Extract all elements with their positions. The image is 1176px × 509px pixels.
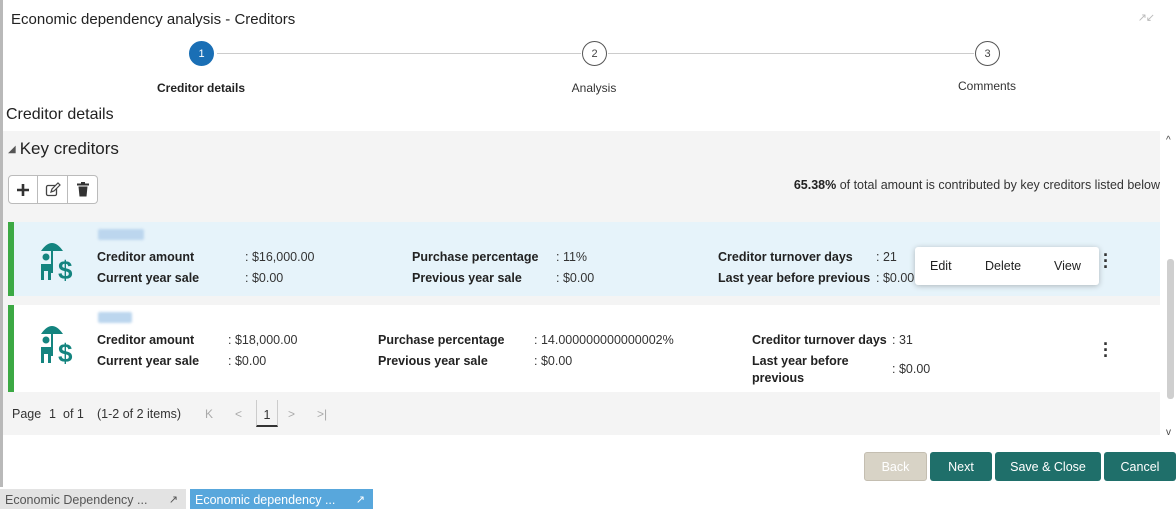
last-year-before-previous-value: : $0.00 bbox=[892, 362, 931, 376]
creditor-umbrella-icon: $ bbox=[41, 326, 73, 367]
creditor-name-blurred bbox=[98, 312, 132, 323]
previous-year-sale-value: : $0.00 bbox=[556, 271, 595, 285]
taskbar-tab-label: Economic Dependency ... bbox=[5, 493, 148, 507]
purchase-percentage-label: Purchase percentage bbox=[412, 250, 539, 264]
back-button[interactable]: Back bbox=[864, 452, 927, 481]
contribution-summary: 65.38% of total amount is contributed by… bbox=[794, 178, 1160, 192]
more-options-icon[interactable]: · · · bbox=[1103, 246, 1109, 276]
step-2-label[interactable]: Analysis bbox=[572, 81, 617, 95]
delete-button[interactable] bbox=[68, 175, 98, 204]
scroll-thumb[interactable] bbox=[1167, 259, 1174, 399]
current-page-button[interactable]: 1 bbox=[256, 400, 278, 427]
creditor-toolbar bbox=[8, 175, 98, 204]
creditor-name-blurred bbox=[98, 229, 144, 240]
collapse-triangle-icon[interactable]: ◢ bbox=[8, 144, 16, 155]
restore-icon[interactable]: ↗↙ bbox=[1138, 11, 1155, 24]
current-year-sale-value: : $0.00 bbox=[228, 354, 267, 368]
add-button[interactable] bbox=[8, 175, 38, 204]
previous-label: previous bbox=[752, 371, 805, 385]
items-count: (1-2 of 2 items) bbox=[97, 407, 182, 421]
page-number[interactable]: 1 bbox=[49, 407, 56, 421]
taskbar-tab-economic-dependency[interactable]: Economic Dependency ... ↗ bbox=[0, 489, 186, 509]
last-year-before-previous-value: : $0.00 bbox=[876, 271, 915, 285]
step-1-label[interactable]: Creditor details bbox=[157, 81, 245, 95]
purchase-percentage-label: Purchase percentage bbox=[378, 333, 505, 347]
svg-text:$: $ bbox=[58, 338, 73, 367]
creditor-amount-value: : $16,000.00 bbox=[245, 250, 315, 264]
scroll-up-icon[interactable]: ^ bbox=[1166, 135, 1171, 146]
page-total: of 1 bbox=[63, 407, 84, 421]
context-menu-delete[interactable]: Delete bbox=[985, 259, 1021, 273]
pagination-bar: Page 1 of 1 (1-2 of 2 items) K < 1 > >| bbox=[8, 395, 1160, 435]
step-3-label[interactable]: Comments bbox=[958, 79, 1016, 93]
next-page-icon[interactable]: > bbox=[288, 407, 295, 421]
current-year-sale-value: : $0.00 bbox=[245, 271, 284, 285]
context-menu-view[interactable]: View bbox=[1054, 259, 1081, 273]
purchase-percentage-value: : 14.000000000000002% bbox=[534, 333, 674, 347]
next-button[interactable]: Next bbox=[930, 452, 992, 481]
step-2-indicator[interactable]: 2 bbox=[582, 41, 607, 66]
cancel-button[interactable]: Cancel bbox=[1104, 452, 1176, 481]
page-label: Page bbox=[12, 407, 42, 421]
previous-year-sale-label: Previous year sale bbox=[378, 354, 488, 368]
contribution-text: of total amount is contributed by key cr… bbox=[836, 178, 1160, 192]
key-creditors-header[interactable]: ◢ Key creditors bbox=[8, 139, 119, 159]
creditor-turnover-days-label: Creditor turnover days bbox=[718, 250, 853, 264]
trash-icon bbox=[76, 182, 89, 197]
creditor-card[interactable]: $ Creditor amount : $18,000.00 Current y… bbox=[8, 305, 1160, 392]
edit-icon bbox=[45, 181, 61, 196]
step-3-indicator[interactable]: 3 bbox=[975, 41, 1000, 66]
last-year-before-label: Last year before bbox=[752, 354, 849, 368]
creditor-amount-label: Creditor amount bbox=[97, 250, 195, 264]
first-page-icon[interactable]: K bbox=[205, 407, 213, 421]
taskbar-tab-economic-dependency-active[interactable]: Economic dependency ... ↗ bbox=[190, 489, 373, 509]
creditor-turnover-days-value: : 21 bbox=[876, 250, 897, 264]
previous-year-sale-value: : $0.00 bbox=[534, 354, 573, 368]
creditor-turnover-days-label: Creditor turnover days bbox=[752, 333, 887, 347]
svg-text:$: $ bbox=[58, 255, 73, 284]
scroll-down-icon[interactable]: v bbox=[1166, 427, 1171, 438]
expand-icon[interactable]: ↗ bbox=[169, 489, 178, 509]
window-taskbar: Economic Dependency ... ↗ Economic depen… bbox=[0, 487, 1176, 509]
context-menu: Edit Delete View bbox=[915, 247, 1099, 285]
step-connector bbox=[217, 53, 581, 54]
contribution-percentage: 65.38% bbox=[793, 178, 837, 192]
section-title: Creditor details bbox=[6, 106, 114, 123]
last-year-before-previous-label: Last year before previous bbox=[718, 271, 871, 285]
step-connector bbox=[608, 53, 974, 54]
current-year-sale-label: Current year sale bbox=[97, 354, 200, 368]
edit-button[interactable] bbox=[38, 175, 68, 204]
creditor-umbrella-icon: $ bbox=[41, 243, 73, 284]
last-page-icon[interactable]: >| bbox=[317, 407, 327, 421]
window-title: Economic dependency analysis - Creditors bbox=[11, 11, 296, 28]
taskbar-tab-label: Economic dependency ... bbox=[195, 493, 336, 507]
more-options-icon[interactable]: · · · bbox=[1103, 335, 1109, 365]
key-creditors-title: Key creditors bbox=[19, 139, 119, 158]
creditor-amount-label: Creditor amount bbox=[97, 333, 195, 347]
prev-page-icon[interactable]: < bbox=[235, 407, 242, 421]
purchase-percentage-value: : 11% bbox=[556, 250, 588, 264]
previous-year-sale-label: Previous year sale bbox=[412, 271, 522, 285]
vertical-scrollbar[interactable]: ^ v bbox=[1164, 131, 1176, 443]
current-year-sale-label: Current year sale bbox=[97, 271, 200, 285]
add-icon bbox=[17, 183, 29, 196]
expand-icon[interactable]: ↗ bbox=[356, 489, 365, 509]
wizard-stepper: 1 2 3 Creditor details Analysis Comments bbox=[3, 40, 1176, 100]
creditor-amount-value: : $18,000.00 bbox=[228, 333, 298, 347]
context-menu-edit[interactable]: Edit bbox=[930, 259, 952, 273]
save-close-button[interactable]: Save & Close bbox=[995, 452, 1101, 481]
creditor-turnover-days-value: : 31 bbox=[892, 333, 913, 347]
step-1-indicator[interactable]: 1 bbox=[189, 41, 214, 66]
